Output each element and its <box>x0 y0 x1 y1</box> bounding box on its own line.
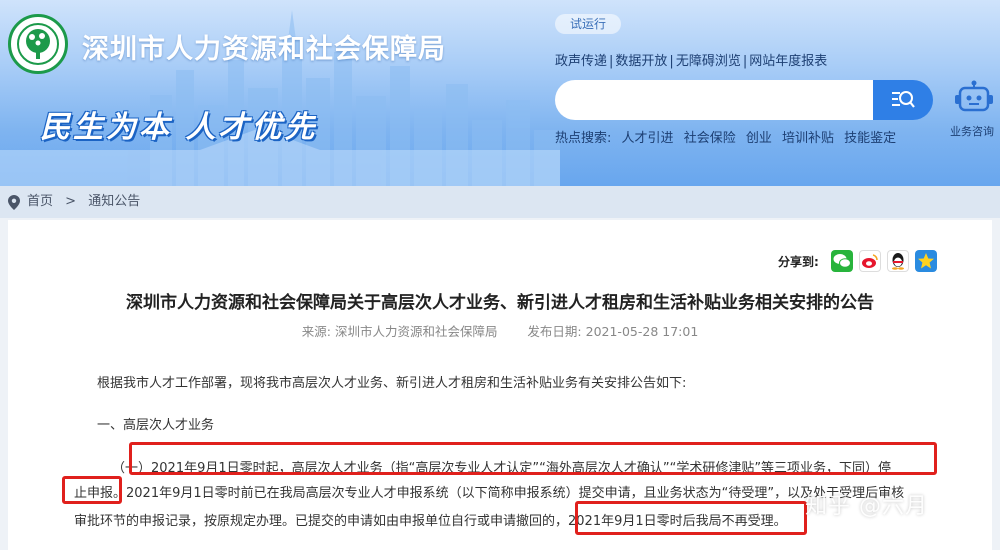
date-value: 2021-05-28 17:01 <box>585 324 699 339</box>
top-link-accessibility[interactable]: 无障碍浏览 <box>676 54 741 69</box>
breadcrumb-separator: > <box>65 194 77 209</box>
article-title: 深圳市人力资源和社会保障局关于高层次人才业务、新引进人才租房和生活补贴业务相关安… <box>126 293 874 313</box>
hot-search-label: 热点搜索: <box>555 131 612 146</box>
search-input[interactable] <box>555 80 873 120</box>
wechat-icon <box>833 254 851 268</box>
paragraph-text: 2021年9月1日零时前已在我局高层次专业人才申报系统（以下简称申报系统）提交申… <box>126 486 905 501</box>
watermark: 知乎 @六月 <box>805 494 928 519</box>
top-link-politics[interactable]: 政声传递 <box>555 54 607 69</box>
bureau-logo[interactable] <box>8 14 68 74</box>
breadcrumb: 首页 > 通知公告 <box>0 186 1000 218</box>
date-label: 发布日期: <box>527 324 582 339</box>
top-link-open-data[interactable]: 数据开放 <box>615 54 667 69</box>
search-icon <box>892 91 915 108</box>
share-bar: 分享到: <box>778 248 937 274</box>
top-link-annual-report[interactable]: 网站年度报表 <box>749 54 827 69</box>
annotation-box-1 <box>129 442 937 475</box>
location-pin-icon <box>8 195 20 210</box>
robot-icon <box>955 80 993 112</box>
source-label: 来源: <box>301 324 331 339</box>
hot-search-item-training[interactable]: 培训补贴 <box>782 131 834 146</box>
share-label: 分享到: <box>778 254 819 269</box>
search-button[interactable] <box>873 80 933 120</box>
qzone-share-button[interactable] <box>914 250 937 272</box>
qq-share-button[interactable] <box>886 250 909 272</box>
article-meta: 来源: 深圳市人力资源和社会保障局 发布日期: 2021-05-28 17:01 <box>8 321 992 340</box>
top-links: 政声传递 | 数据开放 | 无障碍浏览 | 网站年度报表 <box>555 54 828 69</box>
paragraph-text: 审批环节的申报记录，按原规定办理。已提交的申请如由申报单位自行或申请撤回的， <box>74 514 569 529</box>
tree-emblem-icon <box>26 29 50 59</box>
hot-search-item-talent[interactable]: 人才引进 <box>622 131 674 146</box>
hot-search-item-skill[interactable]: 技能鉴定 <box>844 131 896 146</box>
trial-badge: 试运行 <box>555 14 621 34</box>
breadcrumb-current[interactable]: 通知公告 <box>88 194 140 209</box>
site-title[interactable]: 深圳市人力资源和社会保障局 <box>82 27 446 66</box>
paragraph-line-2: 止申报。2021年9月1日零时前已在我局高层次专业人才申报系统（以下简称申报系统… <box>74 482 904 501</box>
hot-search: 热点搜索: 人才引进 社会保险 创业 培训补贴 技能鉴定 <box>555 127 896 146</box>
header-banner: 深圳市人力资源和社会保障局 民生为本 人才优先 试运行 政声传递 | 数据开放 | 无障… <box>0 0 1000 186</box>
weibo-icon <box>861 254 878 268</box>
section-heading: 一、高层次人才业务 <box>97 418 215 433</box>
robot-label[interactable]: 业务咨询 <box>950 123 994 139</box>
hot-search-item-startup[interactable]: 创业 <box>746 131 772 146</box>
qzone-icon <box>917 253 934 269</box>
qq-icon <box>891 253 904 270</box>
breadcrumb-home[interactable]: 首页 <box>27 194 53 209</box>
wechat-share-button[interactable] <box>830 250 853 272</box>
source-value: 深圳市人力资源和社会保障局 <box>334 324 498 339</box>
annotation-box-2 <box>62 476 122 504</box>
weibo-share-button[interactable] <box>858 250 881 272</box>
hot-search-item-social-insurance[interactable]: 社会保险 <box>684 131 736 146</box>
article-intro: 根据我市人才工作部署，现将我市高层次人才业务、新引进人才租房和生活补贴业务有关安… <box>97 376 687 391</box>
slogan: 民生为本 人才优先 <box>40 110 318 145</box>
annotation-box-3 <box>575 501 807 535</box>
